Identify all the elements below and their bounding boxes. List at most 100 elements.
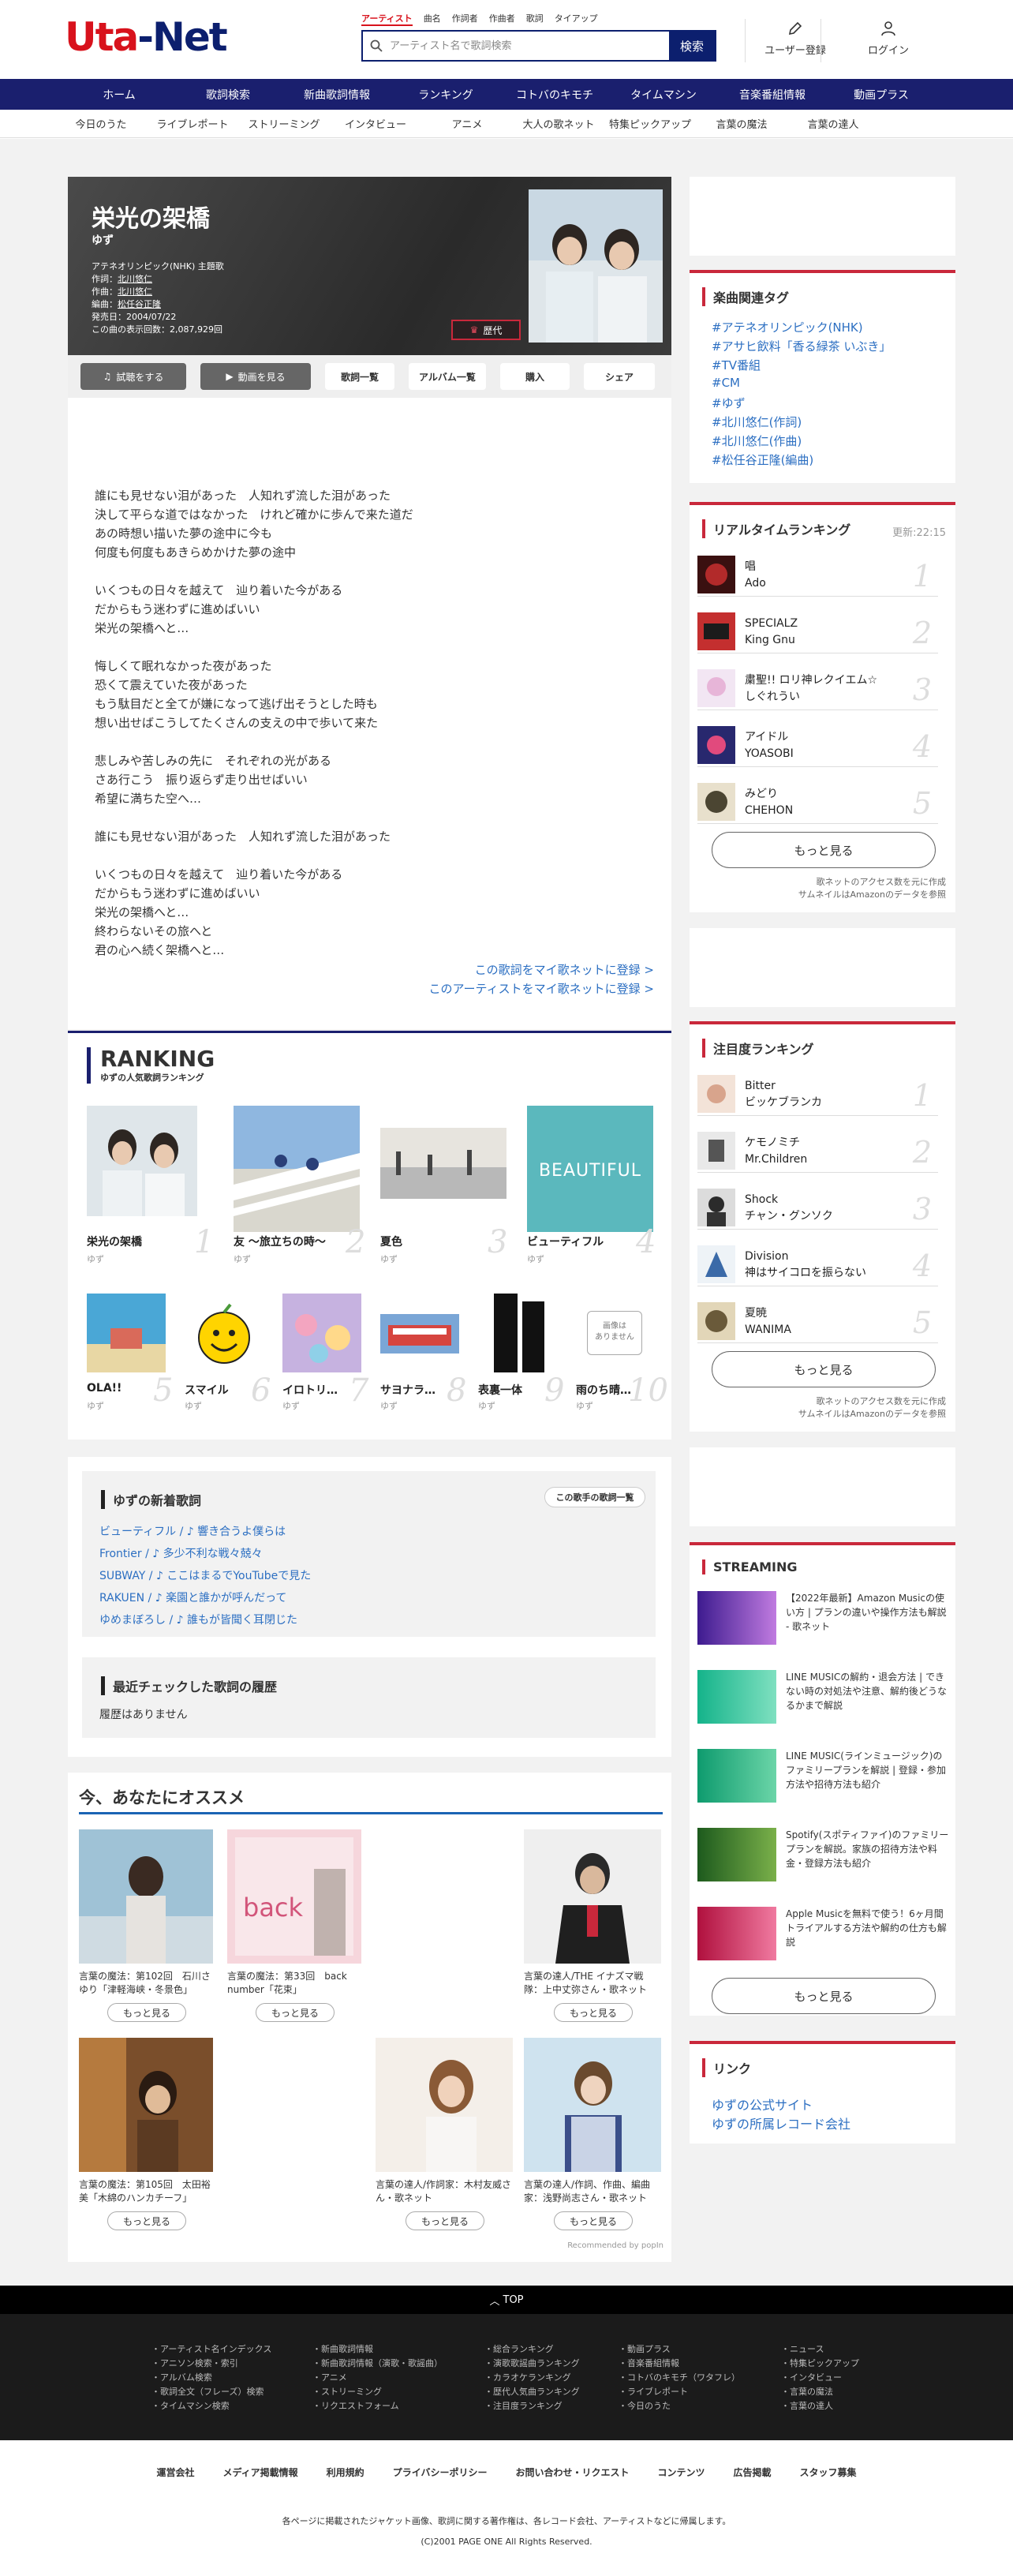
footer-link[interactable]: コンテンツ [657,2466,705,2479]
nav-home[interactable]: ホーム [65,87,174,103]
register-artist-link[interactable]: このアーティストをマイ歌ネットに登録 > [428,980,654,997]
footer-link[interactable]: スタッフ募集 [800,2466,857,2479]
tag-link[interactable]: #アテネオリンピック(NHK) [712,319,863,335]
subnav-adult[interactable]: 大人の歌ネット [513,116,604,131]
composer-link[interactable]: 北川悠仁 [118,286,152,297]
record-company-link[interactable]: ゆずの所属レコード会社 [712,2114,850,2132]
share-button[interactable]: シェア [584,363,655,390]
nav-timemachine[interactable]: タイムマシン [609,87,718,103]
back-to-top-button[interactable]: ︿ TOP [0,2286,1013,2314]
attention-item-1[interactable]: Bitter ビッケブランカ 1 [697,1072,938,1116]
footer-link[interactable]: 広告掲載 [733,2466,771,2479]
lyricist-link[interactable]: 北川悠仁 [118,274,152,284]
arranger-link[interactable]: 松任谷正隆 [118,299,161,309]
site-logo[interactable]: Uta-Net [65,14,228,60]
ranking-item-8[interactable]: サヨナラ… ゆず 8 [380,1314,466,1411]
realtime-item-4[interactable]: アイドル YOASOBI 4 [697,723,938,767]
new-lyric-link[interactable]: SUBWAY / ♪ ここはまるでYouTubeで見た [99,1567,311,1583]
footer-link[interactable]: 運営会社 [156,2466,194,2479]
ranking-item-2[interactable]: 友 ～旅立ちの時～ ゆず 2 [234,1106,365,1264]
album-list-button[interactable]: アルバム一覧 [409,363,486,390]
new-lyric-link[interactable]: ゆめまぼろし / ♪ 誰もが皆聞く耳閉じた [99,1612,297,1627]
ranking-item-5[interactable]: OLA!! ゆず 5 [87,1294,173,1411]
more-button[interactable]: もっと見る [406,2211,484,2230]
search-tab-tieup[interactable]: タイアップ [555,12,598,26]
tag-link[interactable]: #北川悠仁(作詞) [712,414,802,430]
all-time-badge[interactable]: ♛ 歴代 [451,320,521,340]
footer-link[interactable]: プライバシーポリシー [393,2466,488,2479]
recommend-item-2[interactable]: back 言葉の魔法：第33回 back number「花束」 もっと見る [227,1829,361,2022]
official-site-link[interactable]: ゆずの公式サイト [712,2095,813,2114]
purchase-button[interactable]: 購入 [500,363,570,390]
nav-video-plus[interactable]: 動画プラス [827,87,936,103]
more-button[interactable]: もっと見る [107,2211,186,2230]
streaming-article-5[interactable]: Apple Musicを無料で使う！6ヶ月間トライアルする方法や解約の仕方も解説 [697,1907,950,1968]
ranking-item-10[interactable]: 画像は ありません 雨のち晴… ゆず 10 [576,1294,668,1411]
new-lyric-link[interactable]: ビューティフル / ♪ 響き合うよ僕らは [99,1523,286,1539]
listen-button[interactable]: ♫ 試聴をする [80,363,186,390]
search-input[interactable] [390,32,669,60]
ranking-item-4[interactable]: BEAUTIFUL ビューティフル ゆず 4 [527,1106,656,1264]
streaming-article-4[interactable]: Spotify(スポティファイ)のファミリープランを解説。家族の招待方法や料金・… [697,1828,950,1889]
search-tab-composer[interactable]: 作曲者 [489,12,515,26]
register-lyrics-link[interactable]: この歌詞をマイ歌ネットに登録 > [475,961,654,978]
ranking-item-3[interactable]: 夏色 ゆず 3 [380,1128,507,1264]
footer-link[interactable]: メディア掲載情報 [223,2466,298,2479]
footer-link[interactable]: お問い合わせ・リクエスト [515,2466,629,2479]
nav-music-tv[interactable]: 音楽番組情報 [718,87,827,103]
search-button[interactable]: 検索 [669,32,715,60]
ranking-item-6[interactable]: スマイル ゆず 6 [185,1294,271,1411]
login-button[interactable]: ログイン [855,20,921,63]
tag-link[interactable]: #CM [712,376,740,390]
ranking-item-7[interactable]: イロトリ… ゆず 7 [282,1294,368,1411]
user-register-button[interactable]: ユーザー登録 [762,20,828,63]
recommend-item-1[interactable]: 言葉の魔法：第102回 石川さゆり「津軽海峡・冬景色」 もっと見る [79,1829,213,2022]
subnav-magic[interactable]: 言葉の魔法 [696,116,787,131]
streaming-article-1[interactable]: 【2022年最新】Amazon Musicの使い方 | プランの違いや操作方法も… [697,1591,950,1653]
attention-item-5[interactable]: 夏暁 WANIMA 5 [697,1299,938,1343]
ranking-item-9[interactable]: 表裏一体 ゆず 9 [478,1294,564,1411]
recommend-item-5[interactable]: 言葉の達人/作詞家：木村友威さん・歌ネット もっと見る [376,2038,513,2230]
nav-ranking[interactable]: ランキング [391,87,500,103]
footer-link[interactable]: 利用規約 [327,2466,364,2479]
search-tab-lyrics[interactable]: 歌詞 [526,12,544,26]
more-attention-button[interactable]: もっと見る [712,1351,936,1387]
artist-lyrics-list-button[interactable]: この歌手の歌詞一覧 [544,1487,645,1507]
song-artist[interactable]: ゆず [92,232,114,248]
realtime-item-2[interactable]: SPECIALZ King Gnu 2 [697,609,938,653]
more-button[interactable]: もっと見る [554,2003,633,2022]
search-tab-lyricist[interactable]: 作詞者 [452,12,478,26]
attention-item-4[interactable]: Division 神はサイコロを振らない 4 [697,1242,938,1286]
watch-video-button[interactable]: ▶ 動画を見る [200,363,311,390]
subnav-live-report[interactable]: ライブレポート [147,116,238,131]
attention-item-2[interactable]: ケモノミチ Mr.Children 2 [697,1129,938,1173]
tag-link[interactable]: #ゆず [712,395,746,411]
more-realtime-button[interactable]: もっと見る [712,832,936,868]
realtime-item-1[interactable]: 唱 Ado 1 [697,552,938,597]
streaming-article-3[interactable]: LINE MUSIC(ラインミュージック)のファミリープランを解説 | 登録・参… [697,1749,950,1810]
recommend-item-6[interactable]: 言葉の達人/作詞、作曲、編曲家：浅野尚志さん・歌ネット もっと見る [524,2038,661,2230]
ranking-item-1[interactable]: 栄光の架橋 ゆず 1 [87,1106,214,1264]
new-lyric-link[interactable]: RAKUEN / ♪ 楽園と誰かが呼んだって [99,1589,286,1605]
lyrics-list-button[interactable]: 歌詞一覧 [325,363,394,390]
new-lyric-link[interactable]: Frontier / ♪ 多少不利な戦々兢々 [99,1545,263,1561]
search-tab-title[interactable]: 曲名 [424,12,441,26]
tag-link[interactable]: #松任谷正隆(編曲) [712,451,813,468]
more-button[interactable]: もっと見る [554,2211,633,2230]
subnav-today[interactable]: 今日のうた [55,116,147,131]
more-streaming-button[interactable]: もっと見る [712,1978,936,2014]
subnav-master[interactable]: 言葉の達人 [787,116,879,131]
more-button[interactable]: もっと見る [107,2003,186,2022]
more-button[interactable]: もっと見る [256,2003,335,2022]
realtime-item-5[interactable]: みどり CHEHON 5 [697,780,938,824]
subnav-anime[interactable]: アニメ [421,116,513,131]
nav-lyrics-search[interactable]: 歌詞検索 [174,87,282,103]
streaming-article-2[interactable]: LINE MUSICの解約・退会方法 | できない時の対処法や注意、解約後どうな… [697,1670,950,1732]
nav-kotoba[interactable]: コトバのキモチ [500,87,609,103]
nav-new-lyrics[interactable]: 新曲歌詞情報 [282,87,391,103]
attention-item-3[interactable]: Shock チャン・グンソク 3 [697,1185,938,1230]
tag-link[interactable]: #アサヒ飲料「香る緑茶 いぶき」 [712,338,891,354]
recommend-item-4[interactable]: 言葉の魔法：第105回 太田裕美「木綿のハンカチーフ」 もっと見る [79,2038,213,2230]
search-tab-artist[interactable]: アーティスト [361,12,413,26]
recommend-item-3[interactable]: 言葉の達人/THE イナズマ戦隊：上中丈弥さん・歌ネット もっと見る [524,1829,661,2022]
